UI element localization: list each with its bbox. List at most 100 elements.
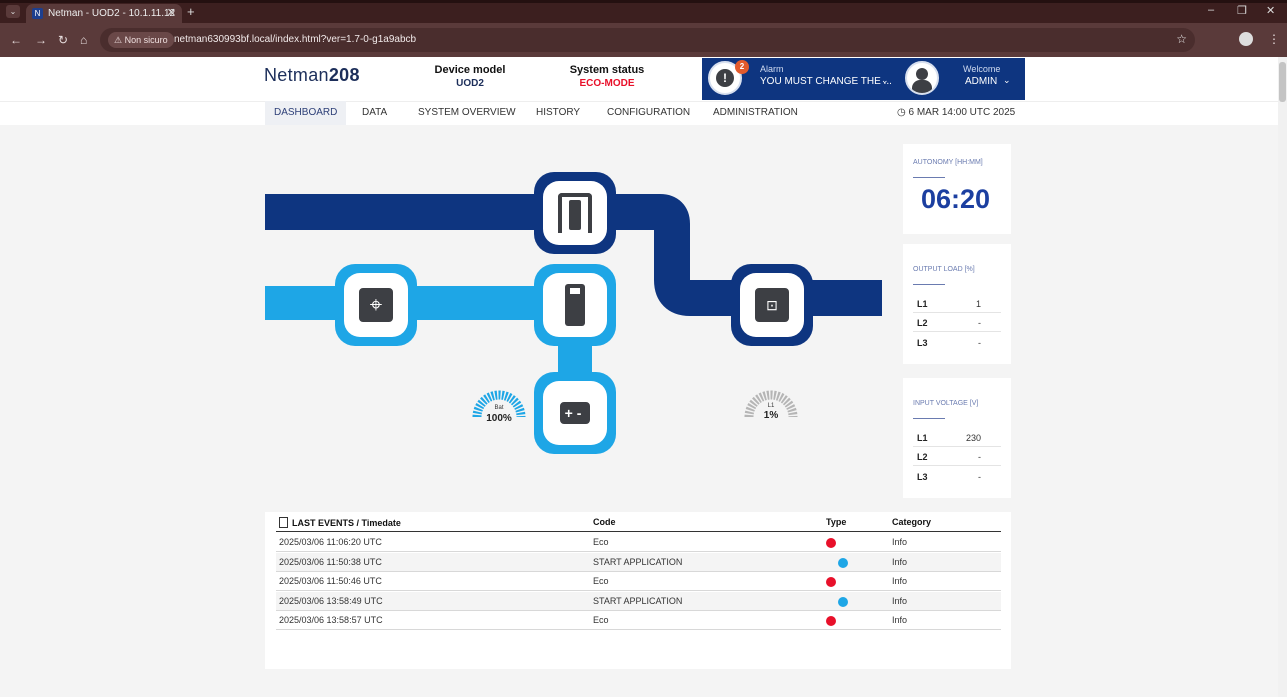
- table-row: 2025/03/06 11:50:46 UTC Eco Info: [276, 572, 1001, 591]
- event-time: 2025/03/06 13:58:49 UTC: [279, 595, 383, 606]
- logo-text: Netman: [264, 65, 329, 85]
- input-voltage-l2-value: -: [978, 452, 981, 462]
- close-tab-icon[interactable]: ✕: [167, 4, 176, 23]
- security-label: Non sicuro: [124, 35, 168, 45]
- input-voltage-l3-value: -: [978, 472, 981, 482]
- close-window-icon[interactable]: ✕: [1266, 4, 1275, 17]
- tab-configuration[interactable]: CONFIGURATION: [607, 101, 690, 125]
- page-scrollbar[interactable]: [1278, 57, 1287, 697]
- event-time: 2025/03/06 13:58:57 UTC: [279, 615, 383, 625]
- alarm-panel[interactable]: ! 2 Alarm YOU MUST CHANGE THE ... ⌄: [702, 58, 897, 100]
- input-voltage-title: INPUT VOLTAGE [V]: [913, 400, 979, 407]
- address-bar[interactable]: ⚠ Non sicuro netman630993bf.local/index.…: [100, 28, 1195, 52]
- battery-gauge-value: 100%: [486, 413, 512, 424]
- restore-window-icon[interactable]: ❐: [1237, 4, 1247, 17]
- output-load-l2-value: -: [978, 318, 981, 328]
- input-voltage-card: INPUT VOLTAGE [V] L1 230 L2 - L3 -: [903, 378, 1011, 498]
- autonomy-card: AUTONOMY [HH:MM] 06:20: [903, 144, 1011, 234]
- netman-favicon-icon: N: [32, 8, 43, 19]
- events-header-type: Type: [826, 517, 847, 527]
- logo-model-number: 208: [328, 65, 360, 85]
- output-load-title: OUTPUT LOAD [%]: [913, 266, 975, 273]
- event-type-dot-icon: [826, 577, 836, 587]
- new-tab-icon[interactable]: +: [187, 4, 195, 19]
- alarm-label: Alarm: [760, 64, 784, 74]
- system-status-value: ECO-MODE: [579, 78, 635, 89]
- output-load-l1-value: 1: [975, 299, 981, 309]
- back-icon[interactable]: ←: [10, 33, 22, 47]
- user-chevron-down-icon[interactable]: ⌄: [1003, 75, 1011, 86]
- event-code: Eco: [593, 576, 609, 586]
- power-tower-icon: ⌖: [357, 286, 395, 324]
- input-voltage-l3-label: L3: [917, 472, 928, 482]
- table-row: 2025/03/06 11:06:20 UTC Eco Info: [276, 533, 1001, 552]
- browser-titlebar: [0, 0, 1287, 3]
- browser-tab[interactable]: N Netman - UOD2 - 10.1.11.12 ✕: [26, 4, 182, 23]
- datetime-text: 6 MAR 14:00 UTC 2025: [908, 107, 1016, 118]
- user-avatar-icon: [905, 61, 939, 95]
- tab-dashboard[interactable]: DASHBOARD: [265, 101, 347, 125]
- event-category: Info: [892, 556, 908, 567]
- event-time: 2025/03/06 11:06:20 UTC: [279, 537, 382, 547]
- url-text[interactable]: netman630993bf.local/index.html?ver=1.7-…: [174, 28, 416, 52]
- output-load-l3-label: L3: [917, 338, 928, 348]
- system-status-label: System status: [569, 64, 645, 76]
- user-panel[interactable]: Welcome ADMIN ⌄: [897, 58, 1025, 100]
- bypass-node[interactable]: [543, 181, 607, 245]
- event-category: Info: [892, 576, 908, 586]
- table-row: 2025/03/06 11:50:38 UTC START APPLICATION…: [276, 552, 1001, 572]
- output-load-l1-label: L1: [917, 299, 928, 309]
- event-code: Eco: [593, 615, 609, 625]
- event-type-dot-icon: [838, 557, 848, 568]
- events-header-time-label: LAST EVENTS / Timedate: [292, 518, 401, 528]
- welcome-label: Welcome: [963, 64, 1001, 74]
- load-gauge-value: 1%: [763, 410, 779, 421]
- security-indicator[interactable]: ⚠ Non sicuro: [108, 32, 174, 48]
- user-name: ADMIN: [965, 76, 998, 87]
- event-code: Eco: [593, 537, 609, 547]
- battery-gauge-label: Bat: [494, 405, 504, 411]
- event-type-dot-icon: [826, 538, 836, 548]
- table-row: 2025/03/06 13:58:49 UTC START APPLICATION…: [276, 591, 1001, 611]
- autonomy-value: 06:20: [921, 184, 991, 214]
- system-status-block: System status ECO-MODE: [566, 64, 648, 90]
- document-icon: [279, 517, 288, 528]
- battery-node[interactable]: +-: [543, 381, 607, 445]
- events-header-divider: [276, 531, 1001, 532]
- reload-icon[interactable]: ↻: [58, 33, 68, 47]
- tab-system-overview[interactable]: SYSTEM OVERVIEW: [418, 101, 516, 125]
- home-icon[interactable]: ⌂: [80, 33, 87, 47]
- input-voltage-l2-label: L2: [917, 452, 928, 462]
- event-code: START APPLICATION: [593, 595, 683, 606]
- alarm-chevron-down-icon[interactable]: ⌄: [881, 75, 889, 86]
- output-load-l2-label: L2: [917, 318, 928, 328]
- tab-history[interactable]: HISTORY: [536, 101, 580, 125]
- bookmark-star-icon[interactable]: ☆: [1176, 32, 1187, 46]
- events-header-time: LAST EVENTS / Timedate: [279, 517, 401, 528]
- alarm-message: YOU MUST CHANGE THE ...: [760, 76, 892, 87]
- bypass-icon: [558, 193, 592, 233]
- battery-icon: +-: [558, 400, 592, 426]
- autonomy-title: AUTONOMY [HH:MM]: [913, 159, 983, 166]
- events-header-category: Category: [892, 517, 932, 527]
- load-node[interactable]: ⊡: [740, 273, 804, 337]
- event-category: Info: [892, 595, 908, 606]
- events-header-code: Code: [593, 517, 616, 527]
- browser-toolbar: ← → ↻ ⌂ ⚠ Non sicuro netman630993bf.loca…: [0, 23, 1287, 57]
- output-load-l3-value: -: [978, 338, 981, 348]
- ups-node[interactable]: [543, 273, 607, 337]
- tab-search-button[interactable]: ⌄: [6, 5, 20, 18]
- alarm-count-badge: 2: [735, 60, 749, 74]
- event-type-dot-icon: [826, 616, 836, 626]
- profile-avatar-icon[interactable]: [1239, 32, 1253, 46]
- tab-administration[interactable]: ADMINISTRATION: [713, 101, 798, 125]
- minimize-window-icon[interactable]: –: [1208, 4, 1214, 16]
- scrollbar-thumb[interactable]: [1279, 62, 1286, 102]
- browser-menu-icon[interactable]: ⋮: [1268, 32, 1280, 46]
- tab-data[interactable]: DATA: [362, 101, 387, 125]
- grid-node[interactable]: ⌖: [344, 273, 408, 337]
- forward-icon[interactable]: →: [35, 33, 47, 47]
- event-category: Info: [892, 537, 908, 547]
- event-time: 2025/03/06 11:50:46 UTC: [279, 576, 382, 586]
- netman-logo: Netman208: [264, 65, 360, 86]
